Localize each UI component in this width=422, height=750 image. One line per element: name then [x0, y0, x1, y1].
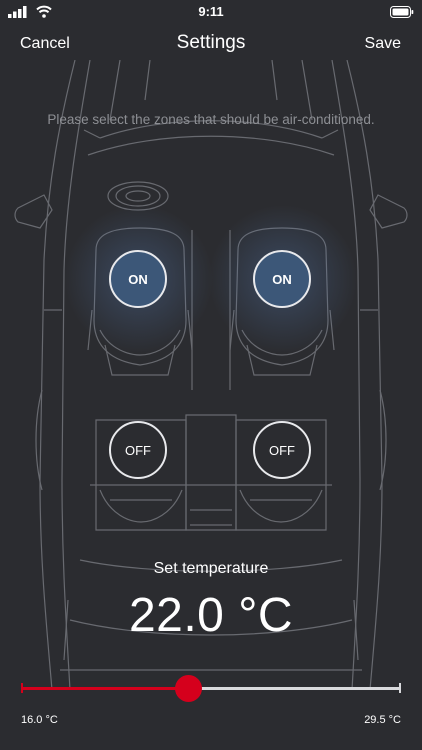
status-time: 9:11: [198, 4, 224, 19]
temperature-value: 22.0 °C: [128, 589, 294, 642]
temperature-slider[interactable]: [21, 675, 401, 702]
slider-min-tick: [21, 683, 23, 693]
front-right-zone-toggle[interactable]: ON: [253, 250, 311, 308]
zone-state-label: OFF: [269, 442, 295, 458]
zone-state-label: ON: [272, 271, 292, 287]
status-bar: 9:11: [0, 0, 422, 24]
slider-min-label: 16.0 °C: [21, 714, 58, 726]
save-button[interactable]: Save: [365, 35, 401, 53]
rear-left-zone-toggle[interactable]: OFF: [109, 421, 167, 479]
slider-thumb[interactable]: [175, 675, 202, 702]
front-left-zone-toggle[interactable]: ON: [109, 250, 167, 308]
climate-settings-screen: 9:11 Cancel Settings Save Please select …: [0, 0, 422, 750]
zone-state-label: OFF: [125, 442, 151, 458]
page-title: Settings: [176, 32, 246, 53]
zone-state-label: ON: [128, 271, 148, 287]
rear-right-zone-toggle[interactable]: OFF: [253, 421, 311, 479]
slider-max-label: 29.5 °C: [364, 714, 401, 726]
slider-fill: [21, 687, 188, 690]
instruction-text: Please select the zones that should be a…: [47, 112, 375, 127]
temperature-label: Set temperature: [153, 560, 269, 577]
slider-max-tick: [399, 683, 401, 693]
battery-icon: [390, 6, 414, 18]
